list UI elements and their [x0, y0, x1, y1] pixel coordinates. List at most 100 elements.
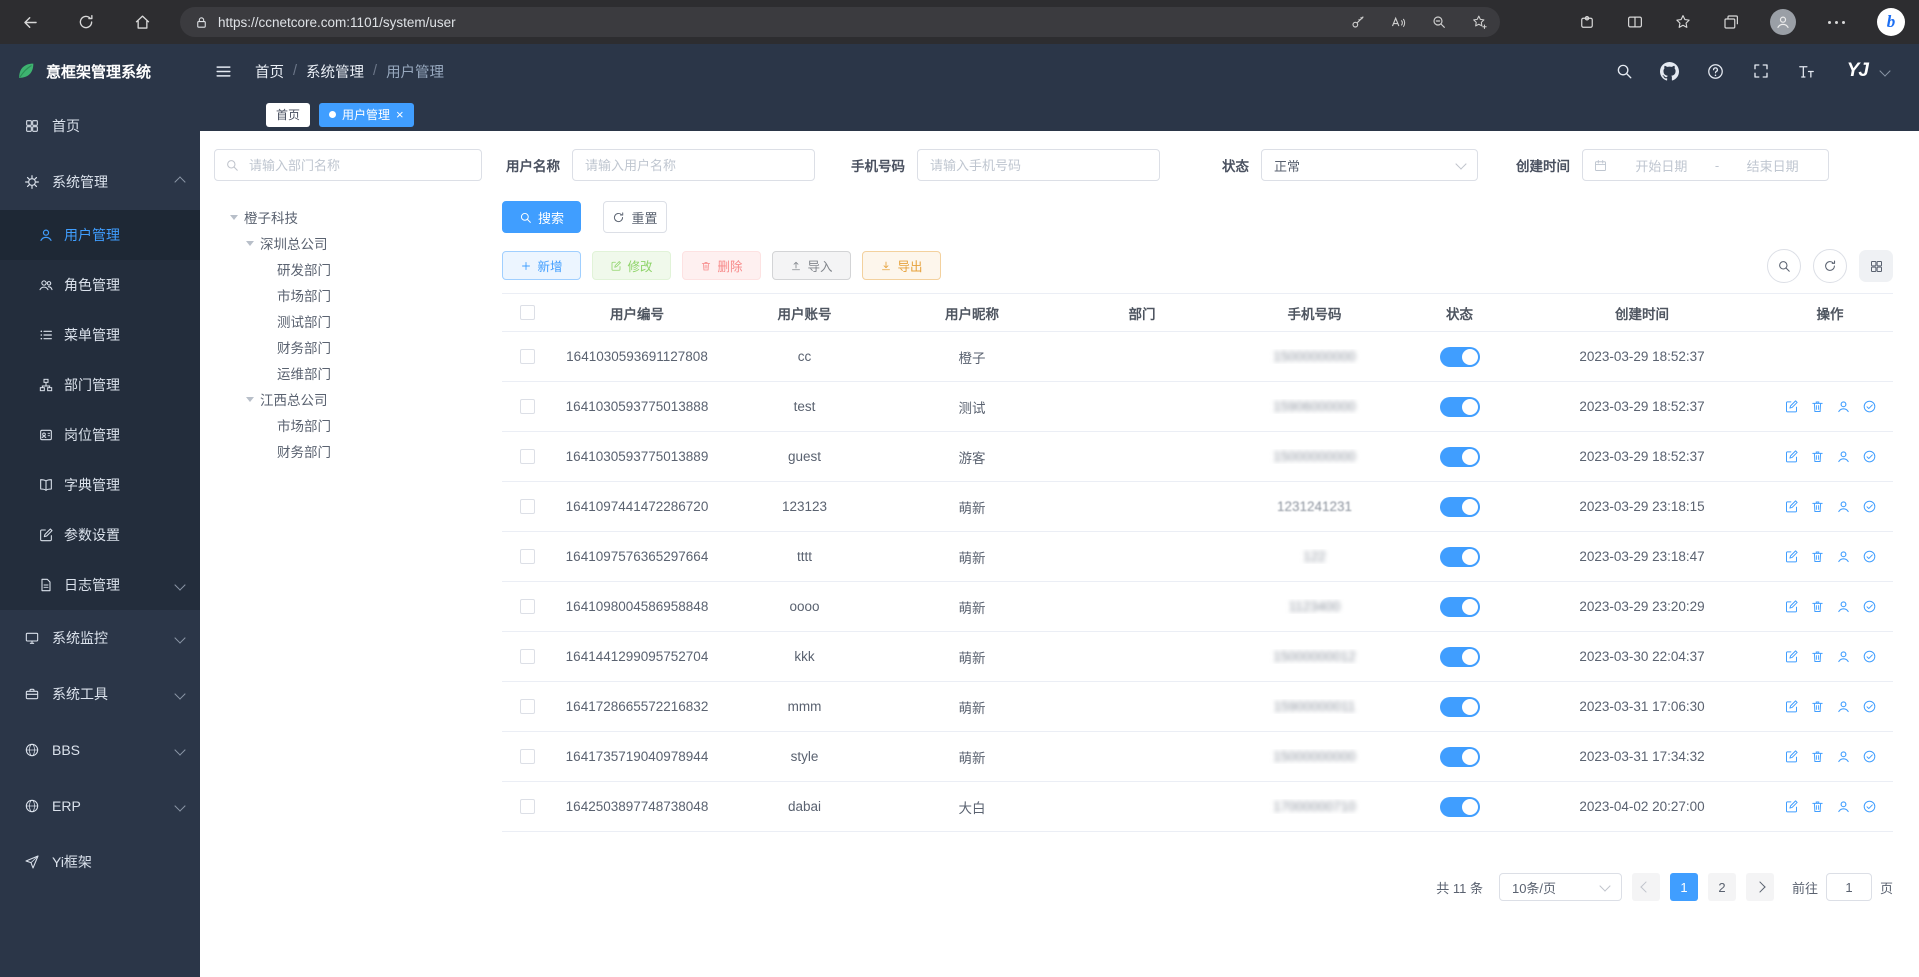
- delete-button[interactable]: 删除: [682, 251, 761, 280]
- delete-icon[interactable]: [1810, 799, 1825, 814]
- status-toggle[interactable]: [1440, 647, 1480, 667]
- row-checkbox[interactable]: [520, 449, 535, 464]
- assign-role-icon[interactable]: [1862, 749, 1877, 764]
- sidebar-item-home[interactable]: 首页: [0, 98, 200, 154]
- split-screen-icon[interactable]: [1626, 13, 1644, 31]
- address-bar[interactable]: https://ccnetcore.com:1101/system/user: [180, 7, 1500, 37]
- sidebar-item-dictionaries[interactable]: 字典管理: [0, 460, 200, 510]
- assign-role-icon[interactable]: [1862, 499, 1877, 514]
- status-toggle[interactable]: [1440, 497, 1480, 517]
- row-checkbox[interactable]: [520, 649, 535, 664]
- reset-password-icon[interactable]: [1836, 649, 1851, 664]
- toggle-search-button[interactable]: [1767, 249, 1801, 283]
- sidebar-item-system[interactable]: 系统管理: [0, 154, 200, 210]
- status-select[interactable]: 正常: [1261, 149, 1478, 181]
- sidebar-item-logs[interactable]: 日志管理: [0, 560, 200, 610]
- delete-icon[interactable]: [1810, 699, 1825, 714]
- extensions-icon[interactable]: [1578, 13, 1596, 31]
- date-range-picker[interactable]: 开始日期 - 结束日期: [1582, 149, 1829, 181]
- font-size-icon[interactable]: [1797, 62, 1816, 81]
- delete-icon[interactable]: [1810, 449, 1825, 464]
- sidebar-item-menus[interactable]: 菜单管理: [0, 310, 200, 360]
- edit-icon[interactable]: [1784, 499, 1799, 514]
- browser-back-button[interactable]: [12, 4, 48, 40]
- tree-node[interactable]: 运维部门: [214, 360, 482, 386]
- sidebar-item-yi-framework[interactable]: Yi框架: [0, 834, 200, 890]
- edit-icon[interactable]: [1784, 399, 1799, 414]
- delete-icon[interactable]: [1810, 599, 1825, 614]
- tree-node[interactable]: 橙子科技: [214, 204, 482, 230]
- reset-password-icon[interactable]: [1836, 699, 1851, 714]
- assign-role-icon[interactable]: [1862, 649, 1877, 664]
- sidebar-item-departments[interactable]: 部门管理: [0, 360, 200, 410]
- export-button[interactable]: 导出: [862, 251, 941, 280]
- goto-page-input[interactable]: [1826, 873, 1872, 901]
- breadcrumb-system[interactable]: 系统管理: [306, 61, 364, 82]
- select-all-checkbox[interactable]: [520, 305, 535, 320]
- status-toggle[interactable]: [1440, 697, 1480, 717]
- status-toggle[interactable]: [1440, 397, 1480, 417]
- status-toggle[interactable]: [1440, 797, 1480, 817]
- row-checkbox[interactable]: [520, 499, 535, 514]
- favorite-star-icon[interactable]: [1471, 14, 1488, 31]
- assign-role-icon[interactable]: [1862, 599, 1877, 614]
- fullscreen-icon[interactable]: [1752, 62, 1770, 80]
- tab-home[interactable]: 首页: [266, 103, 310, 127]
- import-button[interactable]: 导入: [772, 251, 851, 280]
- delete-icon[interactable]: [1810, 549, 1825, 564]
- status-toggle[interactable]: [1440, 747, 1480, 767]
- edit-icon[interactable]: [1784, 799, 1799, 814]
- sidebar-item-monitoring[interactable]: 系统监控: [0, 610, 200, 666]
- profile-avatar[interactable]: [1770, 9, 1796, 35]
- sidebar-item-users[interactable]: 用户管理: [0, 210, 200, 260]
- sidebar-item-parameters[interactable]: 参数设置: [0, 510, 200, 560]
- breadcrumb-home[interactable]: 首页: [255, 61, 284, 82]
- tree-node[interactable]: 江西总公司: [214, 386, 482, 412]
- reset-password-icon[interactable]: [1836, 449, 1851, 464]
- delete-icon[interactable]: [1810, 649, 1825, 664]
- user-avatar[interactable]: YJ: [1847, 60, 1868, 82]
- edit-icon[interactable]: [1784, 449, 1799, 464]
- read-aloud-icon[interactable]: [1390, 14, 1407, 31]
- reset-password-icon[interactable]: [1836, 599, 1851, 614]
- row-checkbox[interactable]: [520, 399, 535, 414]
- copilot-icon[interactable]: b: [1877, 8, 1905, 36]
- collections-icon[interactable]: [1722, 13, 1740, 31]
- favorites-bar-icon[interactable]: [1674, 13, 1692, 31]
- row-checkbox[interactable]: [520, 749, 535, 764]
- github-icon[interactable]: [1660, 62, 1679, 81]
- row-checkbox[interactable]: [520, 599, 535, 614]
- assign-role-icon[interactable]: [1862, 799, 1877, 814]
- sidebar-item-tools[interactable]: 系统工具: [0, 666, 200, 722]
- tree-node[interactable]: 市场部门: [214, 412, 482, 438]
- edit-icon[interactable]: [1784, 649, 1799, 664]
- assign-role-icon[interactable]: [1862, 549, 1877, 564]
- refresh-table-button[interactable]: [1813, 249, 1847, 283]
- reset-password-icon[interactable]: [1836, 499, 1851, 514]
- next-page-button[interactable]: [1746, 873, 1774, 901]
- assign-role-icon[interactable]: [1862, 399, 1877, 414]
- reset-password-icon[interactable]: [1836, 399, 1851, 414]
- tree-node[interactable]: 财务部门: [214, 334, 482, 360]
- status-toggle[interactable]: [1440, 597, 1480, 617]
- row-checkbox[interactable]: [520, 699, 535, 714]
- department-search-input[interactable]: [247, 157, 471, 174]
- tree-node[interactable]: 市场部门: [214, 282, 482, 308]
- phone-input[interactable]: [917, 149, 1160, 181]
- more-menu-icon[interactable]: [1826, 21, 1847, 24]
- page-size-select[interactable]: 10条/页: [1499, 873, 1622, 901]
- page-button-1[interactable]: 1: [1670, 873, 1698, 901]
- tree-node[interactable]: 测试部门: [214, 308, 482, 334]
- password-key-icon[interactable]: [1350, 14, 1366, 30]
- tree-caret-icon[interactable]: [230, 215, 238, 220]
- add-button[interactable]: 新增: [502, 251, 581, 280]
- reset-password-icon[interactable]: [1836, 749, 1851, 764]
- delete-icon[interactable]: [1810, 499, 1825, 514]
- status-toggle[interactable]: [1440, 547, 1480, 567]
- caret-down-icon[interactable]: [1879, 65, 1890, 76]
- browser-home-button[interactable]: [124, 4, 160, 40]
- status-toggle[interactable]: [1440, 447, 1480, 467]
- sidebar-item-bbs[interactable]: BBS: [0, 722, 200, 778]
- tree-caret-icon[interactable]: [246, 397, 254, 402]
- header-search-icon[interactable]: [1615, 62, 1633, 80]
